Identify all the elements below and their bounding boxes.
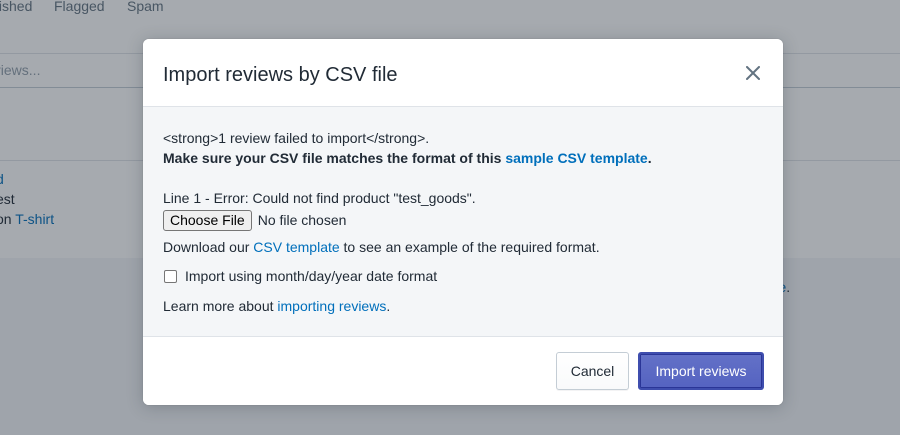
download-prefix: Download our: [163, 239, 254, 255]
modal-header: Import reviews by CSV file: [143, 39, 783, 107]
file-status: No file chosen: [257, 212, 347, 228]
import-reviews-button[interactable]: Import reviews: [638, 352, 764, 390]
cancel-button[interactable]: Cancel: [556, 352, 629, 390]
format-instruction: Make sure your CSV file matches the form…: [163, 148, 763, 168]
date-format-option: Import using month/day/year date format: [163, 266, 763, 286]
learn-suffix: .: [386, 298, 391, 314]
file-input: Choose File No file chosen: [163, 209, 763, 231]
csv-template-link[interactable]: CSV template: [253, 239, 339, 255]
choose-file-button[interactable]: Choose File: [163, 209, 252, 231]
modal-body: <strong>1 review failed to import</stron…: [143, 107, 783, 336]
modal-footer: Cancel Import reviews: [143, 336, 783, 405]
modal-title: Import reviews by CSV file: [163, 64, 398, 86]
date-format-checkbox[interactable]: [164, 269, 177, 283]
learn-more: Learn more about importing reviews.: [163, 296, 763, 316]
close-icon: [746, 66, 760, 80]
learn-prefix: Learn more about: [163, 298, 278, 314]
error-line: Line 1 - Error: Could not find product "…: [163, 190, 476, 206]
format-suffix: .: [647, 150, 652, 166]
error-summary: <strong>1 review failed to import</stron…: [163, 130, 430, 146]
close-button[interactable]: [743, 63, 763, 83]
import-reviews-modal: Import reviews by CSV file <strong>1 rev…: [143, 39, 783, 405]
sample-csv-template-link[interactable]: sample CSV template: [505, 150, 647, 166]
importing-reviews-link[interactable]: importing reviews: [277, 298, 386, 314]
format-prefix: Make sure your CSV file matches the form…: [163, 150, 506, 166]
download-instruction: Download our CSV template to see an exam…: [163, 237, 763, 257]
download-suffix: to see an example of the required format…: [339, 239, 600, 255]
date-format-label[interactable]: Import using month/day/year date format: [185, 268, 437, 284]
